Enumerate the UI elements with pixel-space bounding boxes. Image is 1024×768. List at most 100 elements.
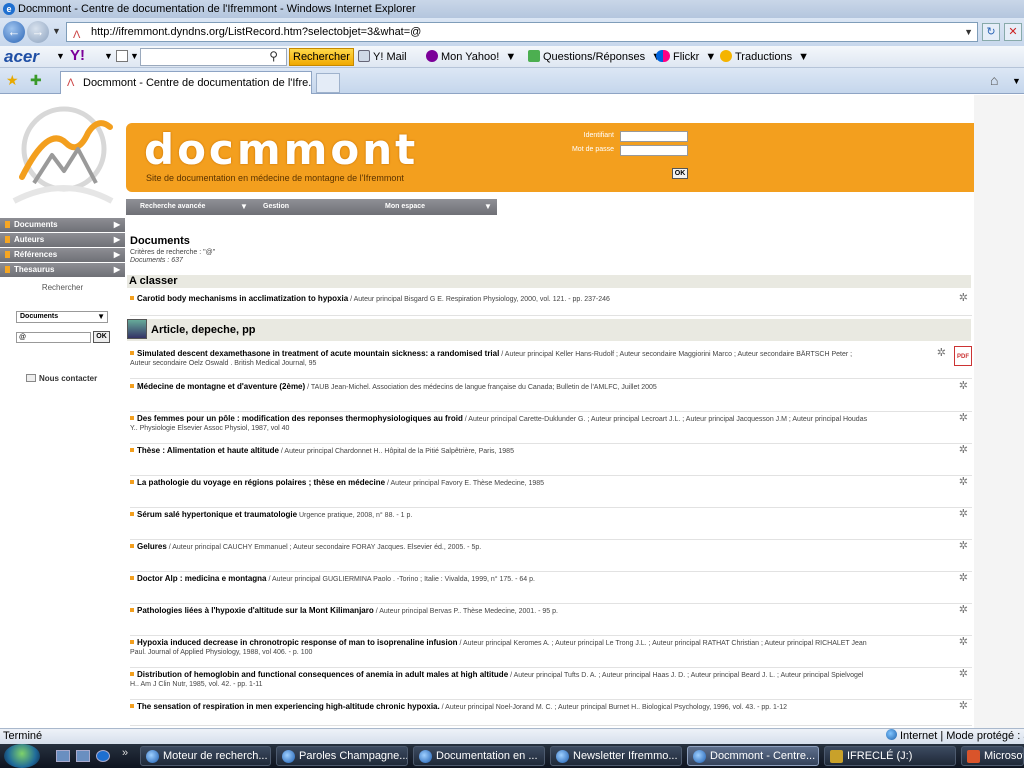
side-menu-references[interactable]: Références ▶: [0, 248, 125, 262]
section-header-a-classer: A classer: [127, 275, 971, 288]
pin-icon[interactable]: ✲: [959, 701, 968, 712]
pin-icon[interactable]: ✲: [959, 509, 968, 520]
side-search-input[interactable]: @: [16, 332, 91, 343]
pin-icon[interactable]: ✲: [959, 477, 968, 488]
pin-icon[interactable]: ✲: [937, 348, 946, 359]
side-menu-thesaurus[interactable]: Thesaurus ▶: [0, 263, 125, 277]
menu-mon-espace[interactable]: Mon espace: [385, 199, 425, 215]
search-icon[interactable]: ⚲: [269, 49, 278, 63]
result-row: Médecine de montagne et d'aventure (2ème…: [130, 381, 972, 412]
side-menu-auteurs[interactable]: Auteurs ▶: [0, 233, 125, 247]
questions-icon: [528, 50, 540, 62]
page-box-icon[interactable]: [116, 50, 128, 62]
chevron-down-icon[interactable]: ▼: [240, 199, 248, 215]
menu-recherche-avancee[interactable]: Recherche avancée: [140, 199, 205, 215]
favorites-star-icon[interactable]: ★: [6, 72, 19, 89]
toolbar-search-button[interactable]: Rechercher: [289, 48, 354, 66]
taskbar-button[interactable]: Paroles Champagne...: [276, 746, 408, 766]
quicklaunch-more-icon[interactable]: »: [122, 747, 128, 759]
result-row: La pathologie du voyage en régions polai…: [130, 477, 972, 508]
result-title[interactable]: Hypoxia induced decrease in chronotropic…: [137, 638, 458, 647]
ie-icon: [693, 750, 706, 763]
address-dropdown-icon[interactable]: ▼: [964, 23, 973, 41]
contact-link[interactable]: Nous contacter: [26, 374, 97, 383]
taskbar-button[interactable]: Documentation en ...: [413, 746, 545, 766]
page-viewport: Documents ▶ Auteurs ▶ Références ▶ Thesauru…: [0, 95, 1024, 728]
stop-button[interactable]: ✕: [1004, 23, 1022, 41]
acer-dropdown-icon[interactable]: ▼: [56, 51, 65, 61]
home-icon[interactable]: ⌂: [990, 72, 998, 88]
side-search-ok-button[interactable]: OK: [93, 331, 110, 343]
taskbar-button[interactable]: Newsletter Ifremmo...: [550, 746, 682, 766]
pin-icon[interactable]: ✲: [959, 573, 968, 584]
show-desktop-icon[interactable]: [56, 750, 70, 762]
toolbar-search-input[interactable]: ⚲: [140, 48, 287, 66]
start-button[interactable]: [4, 744, 40, 768]
chevron-down-icon[interactable]: ▼: [484, 199, 492, 215]
switch-windows-icon[interactable]: [76, 750, 90, 762]
pin-icon[interactable]: ✲: [959, 381, 968, 392]
address-bar[interactable]: Λ http://ifremmont.dyndns.org/ListRecord…: [66, 22, 978, 42]
page-box-dropdown-icon[interactable]: ▼: [130, 51, 139, 61]
result-title[interactable]: Doctor Alp : medicina e montagna: [137, 574, 267, 583]
yahoo-logo[interactable]: Y!: [70, 47, 85, 64]
pin-icon[interactable]: ✲: [959, 445, 968, 456]
nav-history-dropdown-icon[interactable]: ▼: [52, 26, 61, 36]
side-search-select[interactable]: Documents ▼: [16, 311, 108, 323]
result-title[interactable]: Distribution of hemoglobin and functiona…: [137, 670, 508, 679]
side-menu-documents[interactable]: Documents ▶: [0, 218, 125, 232]
new-tab-button[interactable]: [316, 73, 340, 93]
chevron-down-icon: ▼: [97, 312, 105, 321]
result-title[interactable]: The sensation of respiration in men expe…: [137, 702, 440, 711]
ie-icon: [556, 750, 569, 763]
menu-gestion[interactable]: Gestion: [263, 199, 289, 215]
toolbar-item-questions[interactable]: Questions/Réponses ▼: [528, 50, 662, 63]
tab-docmmont[interactable]: Λ Docmmont - Centre de documentation de …: [60, 71, 312, 94]
result-title[interactable]: La pathologie du voyage en régions polai…: [137, 478, 385, 487]
login-input[interactable]: [620, 131, 688, 142]
result-title[interactable]: Sérum salé hypertonique et traumatologie: [137, 510, 297, 519]
toolbar-item-mail[interactable]: Y! Mail: [358, 50, 407, 63]
result-title[interactable]: Carotid body mechanisms in acclimatizati…: [137, 294, 348, 303]
refresh-button[interactable]: ↻: [982, 23, 1000, 41]
result-row: Thèse : Alimentation et haute altitude /…: [130, 445, 972, 476]
add-favorite-icon[interactable]: ✚: [30, 72, 42, 89]
taskbar-button-active[interactable]: Docmmont - Centre...: [687, 746, 819, 766]
login-ok-button[interactable]: OK: [672, 168, 688, 179]
globe-icon: [886, 729, 897, 740]
ie-icon[interactable]: [96, 750, 110, 762]
toolbar-item-traductions[interactable]: Traductions ▼: [720, 50, 809, 63]
bullet-icon: [130, 672, 134, 676]
pin-icon[interactable]: ✲: [959, 541, 968, 552]
result-title[interactable]: Thèse : Alimentation et haute altitude: [137, 446, 279, 455]
pin-icon[interactable]: ✲: [959, 293, 968, 304]
result-title[interactable]: Gelures: [137, 542, 167, 551]
yahoo-dropdown-icon[interactable]: ▼: [104, 51, 113, 61]
back-button[interactable]: ←: [3, 21, 25, 43]
pin-icon[interactable]: ✲: [959, 669, 968, 680]
result-title[interactable]: Simulated descent dexamethasone in treat…: [137, 349, 499, 358]
pin-icon[interactable]: ✲: [959, 605, 968, 616]
result-row: Hypoxia induced decrease in chronotropic…: [130, 637, 972, 668]
result-title[interactable]: Médecine de montagne et d'aventure (2ème…: [137, 382, 305, 391]
security-zone[interactable]: Internet | Mode protégé : a: [886, 729, 1024, 744]
pin-icon[interactable]: ✲: [959, 413, 968, 424]
toolbar-item-mon-yahoo[interactable]: Mon Yahoo! ▼: [426, 50, 516, 63]
acer-logo[interactable]: acer: [4, 47, 39, 67]
result-title[interactable]: Des femmes pour un pôle : modification d…: [137, 414, 463, 423]
chevron-right-icon: ▶: [113, 250, 120, 259]
toolbar-item-flickr[interactable]: Flickr ▼: [656, 50, 716, 63]
home-dropdown-icon[interactable]: ▼: [1012, 76, 1021, 86]
ie-icon: e: [3, 3, 15, 15]
taskbar-button[interactable]: IFRECLÉ (J:): [824, 746, 956, 766]
pin-icon[interactable]: ✲: [959, 637, 968, 648]
result-title[interactable]: Pathologies liées à l'hypoxie d'altitude…: [137, 606, 374, 615]
pdf-icon[interactable]: PDF: [954, 346, 972, 366]
site-brand[interactable]: docmmont: [144, 125, 418, 174]
taskbar-button[interactable]: Moteur de recherch...: [140, 746, 271, 766]
taskbar: » Moteur de recherch... Paroles Champagn…: [0, 744, 1024, 768]
forward-button[interactable]: →: [27, 21, 49, 43]
taskbar-button[interactable]: Microsof: [961, 746, 1024, 766]
password-input[interactable]: [620, 145, 688, 156]
result-row: The sensation of respiration in men expe…: [130, 701, 972, 726]
